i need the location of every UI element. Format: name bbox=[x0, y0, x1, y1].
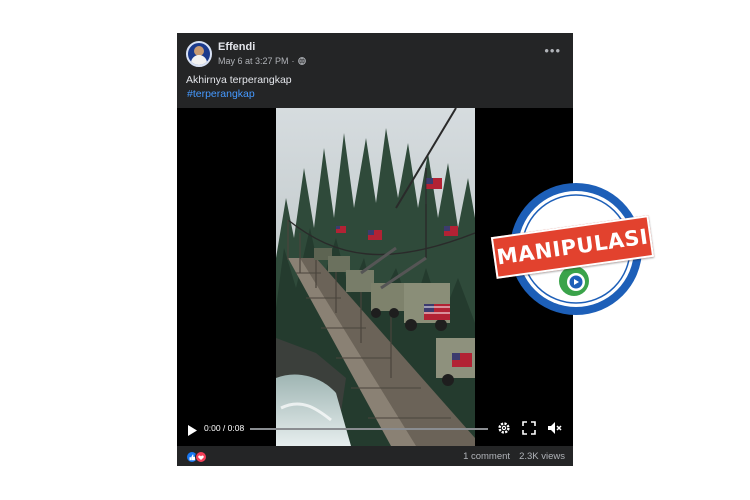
author-avatar[interactable] bbox=[186, 41, 212, 67]
more-options-icon[interactable]: ••• bbox=[544, 44, 561, 57]
hashtag-link[interactable]: #terperangkap bbox=[187, 88, 255, 100]
meta-separator: · bbox=[291, 56, 295, 66]
reactions-icons[interactable] bbox=[186, 450, 208, 468]
video-time: 0:00 / 0:08 bbox=[204, 423, 245, 433]
mute-icon[interactable] bbox=[547, 421, 562, 440]
post-caption: Akhirnya terperangkap bbox=[186, 74, 292, 86]
view-count: 2.3K views bbox=[519, 451, 565, 462]
manipulasi-stamp: MANIPULASI bbox=[490, 181, 655, 321]
video-frame bbox=[276, 108, 475, 446]
author-name[interactable]: Effendi bbox=[218, 41, 255, 53]
fullscreen-icon[interactable] bbox=[522, 421, 536, 440]
post-footer: 1 comment 2.3K views bbox=[177, 446, 573, 466]
play-icon[interactable] bbox=[187, 423, 197, 441]
globe-icon bbox=[297, 57, 306, 65]
video-controls: 0:00 / 0:08 bbox=[177, 412, 573, 446]
post-stats: 1 comment 2.3K views bbox=[463, 451, 565, 462]
video-progress-bar[interactable] bbox=[250, 428, 488, 430]
comment-count[interactable]: 1 comment bbox=[463, 451, 510, 462]
settings-icon[interactable] bbox=[497, 421, 511, 440]
post-timestamp[interactable]: May 6 at 3:27 PM bbox=[218, 56, 289, 66]
post-meta: May 6 at 3:27 PM · bbox=[218, 56, 306, 66]
